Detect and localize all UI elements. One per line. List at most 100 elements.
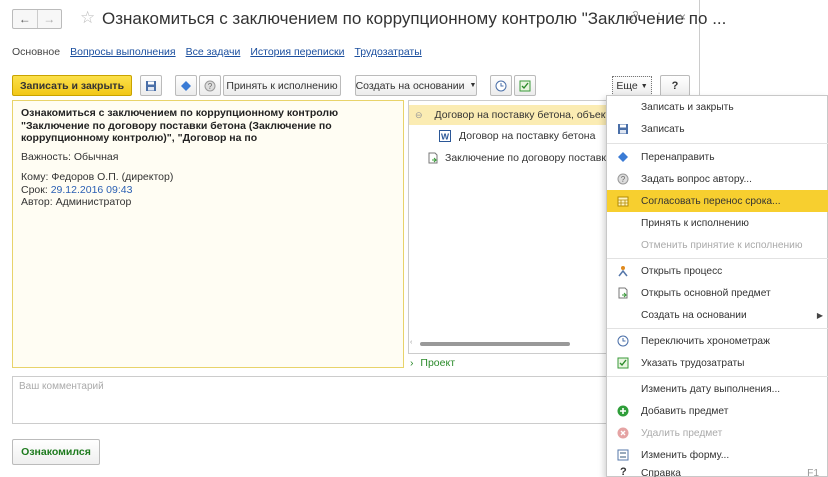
- chevron-right-icon: ▶: [816, 310, 823, 320]
- save-icon: [146, 80, 156, 91]
- scroll-thumb[interactable]: [420, 342, 570, 346]
- save-close-button[interactable]: Записать и закрыть: [12, 75, 132, 96]
- save-button[interactable]: [140, 75, 162, 96]
- menu-item-remove-subject[interactable]: Удалить предмет: [607, 422, 828, 444]
- menu-item-toggle-timer[interactable]: Переключить хронометраж: [607, 330, 828, 352]
- redirect-button[interactable]: [175, 75, 197, 96]
- title-bar: ← → ☆ Ознакомиться с заключением по корр…: [0, 0, 726, 36]
- accept-button[interactable]: Принять к исполнению: [223, 75, 341, 96]
- menu-item-accept[interactable]: Принять к исполнению: [607, 212, 828, 234]
- clock-icon: [617, 335, 629, 347]
- svg-text:?: ?: [208, 82, 213, 91]
- nav-buttons: ← →: [12, 9, 62, 29]
- project-label: Проект: [420, 357, 456, 369]
- redirect-icon: [618, 152, 628, 162]
- tab-main[interactable]: Основное: [12, 46, 60, 58]
- add-icon: [617, 405, 629, 417]
- chevron-down-icon: ▼: [640, 82, 648, 90]
- chevron-down-icon: ▼: [469, 82, 477, 89]
- labor-icon: [519, 80, 531, 91]
- menu-item-labor[interactable]: Указать трудозатраты: [607, 352, 828, 374]
- author-value: Администратор: [55, 196, 132, 208]
- menu-item-label: Изменить форму...: [641, 449, 730, 461]
- tab-correspondence[interactable]: История переписки: [250, 46, 344, 58]
- menu-item-create-based[interactable]: Создать на основании ▶: [607, 304, 828, 326]
- more-menu: Записать и закрыть Записать Перенаправит…: [606, 95, 828, 477]
- timer-button[interactable]: [490, 75, 512, 96]
- menu-item-label: Принять к исполнению: [641, 217, 749, 229]
- svg-text:?: ?: [621, 175, 626, 184]
- comment-field[interactable]: Ваш комментарий: [12, 376, 608, 424]
- menu-divider: [607, 258, 828, 259]
- help-button[interactable]: ?: [660, 75, 690, 97]
- menu-item-open-process[interactable]: Открыть процесс: [607, 260, 828, 282]
- more-vertical-icon[interactable]: ⋮: [653, 10, 665, 25]
- to-value: Федоров О.П. (директор): [51, 171, 174, 183]
- tree-item-conclusion[interactable]: Заключение по договору поставки бе: [427, 148, 607, 168]
- scroll-left-icon[interactable]: ‹: [410, 339, 412, 346]
- form-tabs: Основное Вопросы выполнения Все задачи И…: [12, 46, 422, 58]
- task-window: ← → ☆ Ознакомиться с заключением по корр…: [0, 0, 726, 477]
- chevron-right-icon: ›: [410, 357, 414, 369]
- deadline-value[interactable]: 29.12.2016 09:43: [51, 184, 133, 196]
- menu-item-label: Записать: [641, 123, 685, 135]
- menu-item-label: Добавить предмет: [641, 405, 729, 417]
- importance-label: Важность:: [21, 150, 71, 163]
- question-icon: ?: [204, 80, 216, 91]
- menu-item-help[interactable]: ? Справка F1: [607, 462, 828, 477]
- process-icon: [618, 266, 628, 277]
- menu-item-label: Записать и закрыть: [641, 101, 734, 113]
- labor-button[interactable]: [514, 75, 536, 96]
- menu-item-add-subject[interactable]: Добавить предмет: [607, 400, 828, 422]
- menu-item-save[interactable]: Записать: [607, 118, 828, 140]
- more-label: Еще: [616, 80, 638, 92]
- tab-labor[interactable]: Трудозатраты: [354, 46, 421, 58]
- close-icon[interactable]: ×: [679, 10, 686, 25]
- task-details: Ознакомиться с заключением по коррупцион…: [12, 100, 404, 368]
- menu-item-label: Согласовать перенос срока...: [641, 195, 781, 207]
- menu-item-label: Создать на основании: [641, 309, 747, 321]
- menu-divider: [607, 143, 828, 144]
- menu-item-open-subject[interactable]: Открыть основной предмет: [607, 282, 828, 304]
- importance-value: Обычная: [73, 150, 119, 163]
- attachments-tree: ⊖ Договор на поставку бетона, объект W Д…: [408, 100, 608, 354]
- author-label: Автор:: [21, 196, 53, 208]
- menu-item-cancel-accept[interactable]: Отменить принятие к исполнению: [607, 234, 828, 256]
- menu-item-label: Справка: [641, 467, 681, 477]
- open-subject-icon: [618, 287, 628, 299]
- menu-item-redirect[interactable]: Перенаправить: [607, 146, 828, 168]
- acknowledge-button[interactable]: Ознакомился: [12, 439, 100, 465]
- menu-item-reschedule[interactable]: Согласовать перенос срока...: [607, 190, 828, 212]
- shortcut-label: F1: [807, 467, 819, 477]
- menu-item-ask-author[interactable]: ? Задать вопрос автору...: [607, 168, 828, 190]
- save-icon: [618, 124, 628, 134]
- tree-item-contract-doc[interactable]: W Договор на поставку бетона: [439, 126, 595, 146]
- star-icon[interactable]: ☆: [80, 8, 95, 28]
- labor-icon: [617, 357, 629, 369]
- redirect-icon: [181, 80, 191, 91]
- ask-author-button[interactable]: ?: [199, 75, 221, 96]
- link-icon[interactable]: [627, 10, 639, 25]
- menu-item-label: Удалить предмет: [641, 427, 723, 439]
- form-icon: [617, 449, 629, 461]
- create-based-button[interactable]: Создать на основании ▼: [355, 75, 477, 96]
- window-controls: ⋮ ×: [627, 10, 686, 25]
- help-icon: ?: [620, 466, 627, 477]
- project-toggle[interactable]: › Проект: [410, 357, 455, 369]
- assignee-row: Кому: Федоров О.П. (директор): [21, 171, 395, 184]
- collapse-icon[interactable]: ⊖: [415, 110, 423, 121]
- forward-arrow-icon[interactable]: →: [36, 10, 62, 28]
- more-button[interactable]: Еще ▼: [612, 76, 652, 96]
- tree-item-label: Договор на поставку бетона, объект: [434, 109, 608, 121]
- deadline-row: Срок: 29.12.2016 09:43: [21, 184, 395, 197]
- menu-item-change-date[interactable]: Изменить дату выполнения...: [607, 378, 828, 400]
- tree-item-contract-object[interactable]: ⊖ Договор на поставку бетона, объект: [409, 105, 608, 125]
- tab-questions[interactable]: Вопросы выполнения: [70, 46, 175, 58]
- tab-all-tasks[interactable]: Все задачи: [186, 46, 241, 58]
- back-arrow-icon[interactable]: ←: [13, 10, 37, 28]
- menu-item-label: Отменить принятие к исполнению: [641, 239, 803, 251]
- menu-item-save-close[interactable]: Записать и закрыть: [607, 96, 828, 118]
- menu-item-label: Открыть процесс: [641, 265, 723, 277]
- horizontal-scrollbar[interactable]: ‹: [408, 338, 608, 350]
- create-based-label: Создать на основании: [355, 79, 465, 92]
